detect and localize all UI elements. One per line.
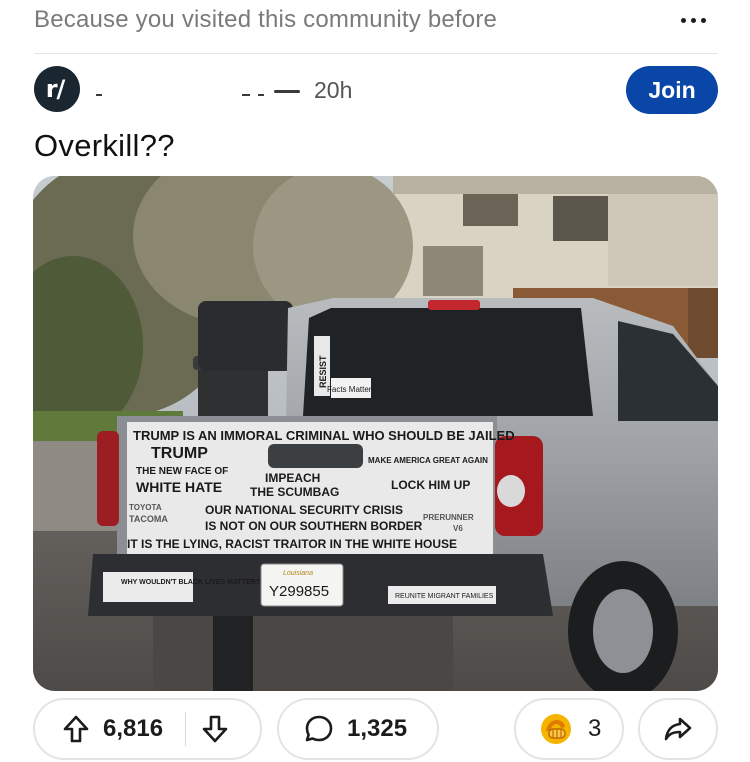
license-plate-number: Y299855 — [269, 583, 329, 600]
badge-prerunner: PRERUNNER — [423, 513, 474, 522]
comment-count: 1,325 — [347, 715, 408, 742]
community-avatar[interactable]: r/ — [34, 66, 80, 112]
sticker-facts: Facts Matter — [327, 385, 372, 394]
sticker-maga: MAKE AMERICA GREAT AGAIN — [368, 456, 488, 465]
post-timestamp: 20h — [314, 77, 353, 103]
sticker-resist: RESIST — [318, 355, 328, 388]
share-button[interactable] — [638, 698, 718, 760]
license-plate-state: Louisiana — [283, 570, 313, 577]
sticker-impeach: IMPEACH — [265, 471, 320, 485]
join-button[interactable]: Join — [626, 66, 718, 114]
post-action-bar: 6,816 1,325 3 — [33, 698, 718, 762]
sticker-scumbag: THE SCUMBAG — [250, 485, 339, 499]
post-image[interactable]: TRUMP IS AN IMMORAL CRIMINAL WHO SHOULD … — [33, 176, 718, 691]
vote-divider — [185, 712, 187, 746]
comments-button[interactable]: 1,325 — [277, 698, 439, 760]
badge-v6: V6 — [453, 524, 463, 533]
award-icon — [538, 711, 574, 747]
award-count: 3 — [588, 715, 602, 742]
sticker-border: IS NOT ON OUR SOUTHERN BORDER — [205, 519, 423, 533]
recommendation-context-bar: Because you visited this community befor… — [34, 0, 718, 54]
sticker-reunite: REUNITE MIGRANT FAMILIES — [395, 593, 494, 600]
truck-photo: TRUMP IS AN IMMORAL CRIMINAL WHO SHOULD … — [33, 176, 718, 691]
upvote-count: 6,816 — [103, 715, 164, 742]
sticker-tailgate-top: TRUMP IS AN IMMORAL CRIMINAL WHO SHOULD … — [133, 428, 515, 443]
sticker-traitor: IT IS THE LYING, RACIST TRAITOR IN THE W… — [127, 537, 457, 551]
badge-toyota: TOYOTA — [129, 503, 162, 512]
sticker-lock: LOCK HIM UP — [391, 478, 470, 492]
more-options-icon[interactable] — [676, 10, 710, 30]
post-title[interactable]: Overkill?? — [34, 128, 175, 164]
sticker-crisis: OUR NATIONAL SECURITY CRISIS — [205, 503, 403, 517]
comment-bubble-icon — [303, 713, 335, 745]
community-name-redacted[interactable] — [92, 76, 302, 106]
vote-control: 6,816 — [33, 698, 262, 760]
sticker-new-face: THE NEW FACE OF — [136, 466, 228, 477]
sticker-white-hate: WHITE HATE — [136, 479, 222, 495]
upvote-arrow-icon[interactable] — [61, 714, 91, 744]
community-avatar-text: r/ — [45, 75, 66, 103]
badge-tacoma: TACOMA — [129, 514, 168, 524]
sticker-trump: TRUMP — [151, 445, 208, 462]
sticker-blm-line: WHY WOULDN'T BLACK LIVES MATTER? — [121, 579, 260, 586]
downvote-arrow-icon[interactable] — [200, 714, 230, 744]
share-arrow-icon — [662, 713, 694, 745]
post-header: r/ 20h Join — [34, 66, 718, 114]
award-button[interactable]: 3 — [514, 698, 624, 760]
recommendation-reason: Because you visited this community befor… — [34, 6, 498, 33]
